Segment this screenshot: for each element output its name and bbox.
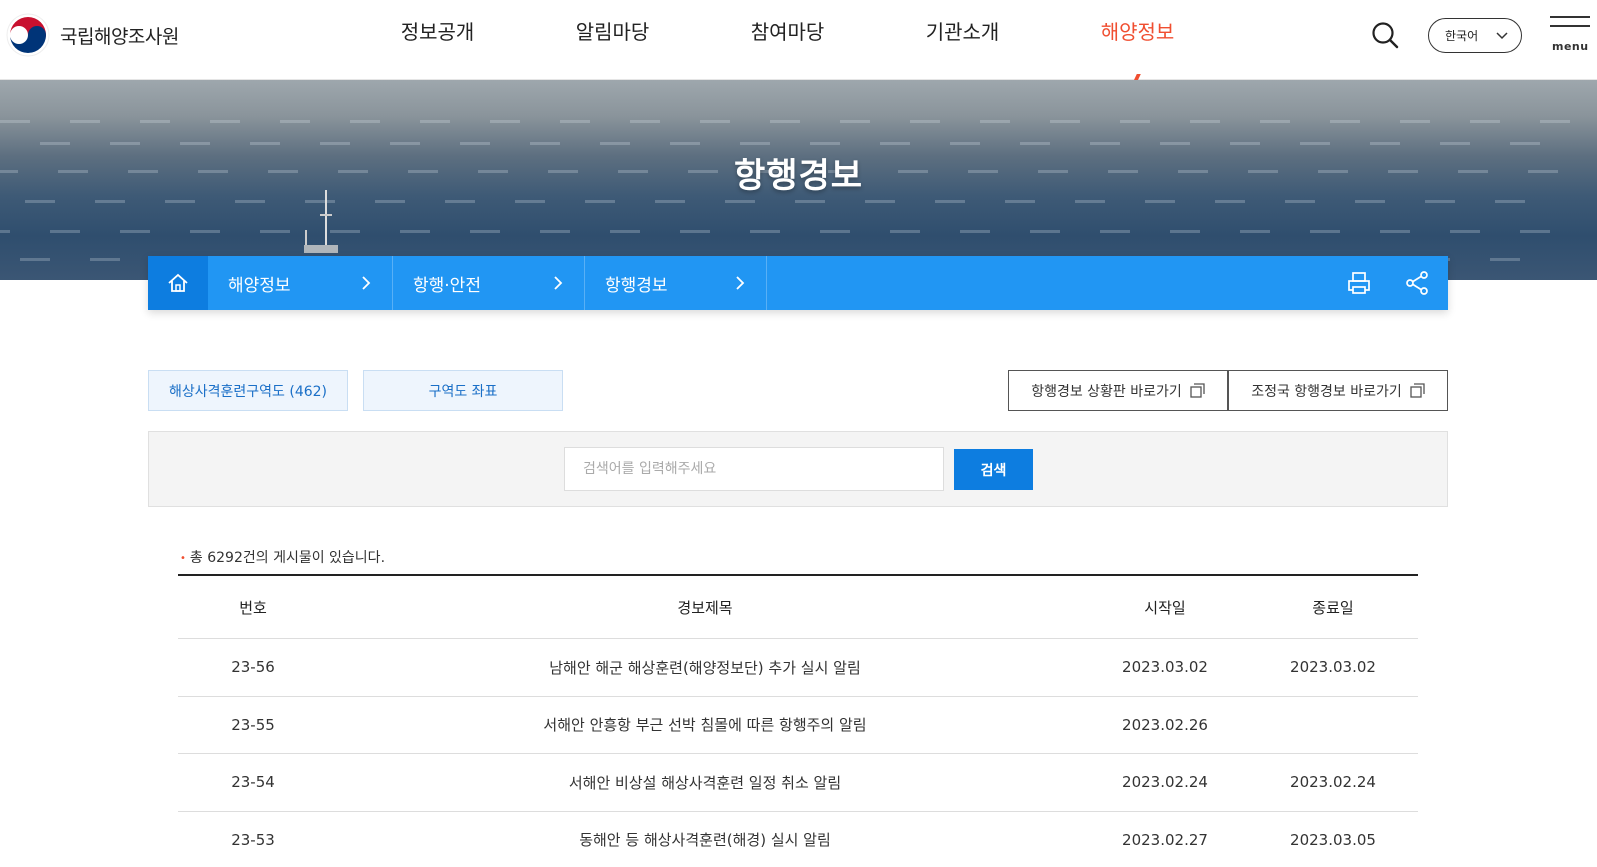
site-name: 국립해양조사원 [60,25,179,48]
cell-end-date: 2023.03.05 [1290,830,1376,849]
joseongguk-link[interactable]: 조정국 항행경보 바로가기 [1228,370,1448,411]
breadcrumb-item-navigation-warnings[interactable]: 항행경보 [585,256,767,310]
tab-zone-coordinates[interactable]: 구역도 좌표 [363,370,563,411]
new-window-icon [1410,383,1425,398]
cell-no: 23-55 [231,715,275,734]
breadcrumb: 해양정보 항행·안전 항행경보 [148,256,1448,310]
column-header-end: 종료일 [1312,598,1354,617]
cell-no: 23-54 [231,773,275,792]
hero-banner: 항행경보 [0,80,1597,280]
breadcrumb-item-ocean-info[interactable]: 해양정보 [208,256,393,310]
result-count-text: 총 6292건의 게시물이 있습니다. [189,550,386,566]
chevron-right-icon [362,276,371,290]
menu-bar [1550,25,1590,27]
cell-title-link[interactable]: 서해안 비상설 해상사격훈련 일정 취소 알림 [328,772,1082,793]
main-nav: 정보공개 알림마당 참여마당 기관소개 해양정보 [350,16,1225,45]
menu-label: menu [1552,40,1589,53]
status-board-link[interactable]: 항행경보 상황판 바로가기 [1008,370,1228,411]
bullet-icon: • [180,552,186,564]
cell-start-date: 2023.03.02 [1122,658,1208,677]
search-icon[interactable] [1370,20,1400,50]
site-logo[interactable]: 국립해양조사원 [6,13,179,57]
cell-end-date: 2023.03.02 [1290,658,1376,677]
chevron-right-icon [554,276,563,290]
sea-wave [0,142,1567,145]
sea-wave [0,120,1597,123]
page-title: 항행경보 [733,156,864,196]
menu-button[interactable]: menu [1550,16,1590,56]
share-icon[interactable] [1404,270,1430,296]
home-icon [168,273,188,292]
status-board-label: 항행경보 상황판 바로가기 [1031,383,1182,400]
cell-start-date: 2023.02.24 [1122,773,1208,792]
chevron-down-icon [1496,32,1508,40]
warnings-table: 번호 경보제목 시작일 종료일 23-56 남해안 해군 해상훈련(해양정보단)… [178,574,1418,867]
breadcrumb-label: 해양정보 [228,275,291,296]
cell-no: 23-53 [231,830,275,849]
column-header-title: 경보제목 [677,598,733,617]
nav-item-ocean-info[interactable]: 해양정보 [1050,16,1225,45]
print-icon[interactable] [1346,270,1372,296]
table-row[interactable]: 23-53 동해안 등 해상사격훈련(해경) 실시 알림 2023.02.27 … [178,812,1418,867]
sea-wave [0,200,1552,203]
breadcrumb-label: 항행경보 [605,275,668,296]
chevron-right-icon [736,276,745,290]
table-header: 번호 경보제목 시작일 종료일 [178,576,1418,639]
search-panel: 검색 [148,431,1448,507]
nav-item-notices[interactable]: 알림마당 [525,16,700,45]
search-input[interactable] [564,447,944,491]
nav-item-about[interactable]: 기관소개 [875,16,1050,45]
cell-title-link[interactable]: 서해안 안흥항 부근 선박 침몰에 따른 항행주의 알림 [328,714,1082,735]
breadcrumb-label: 항행·안전 [413,275,481,296]
tab-training-zone-map[interactable]: 해상사격훈련구역도 (462) [148,370,348,411]
language-label: 한국어 [1445,29,1479,43]
column-header-no: 번호 [239,598,267,617]
cell-start-date: 2023.02.26 [1122,715,1208,734]
language-select[interactable]: 한국어 [1428,18,1522,53]
result-count: • 총 6292건의 게시물이 있습니다. [180,547,385,567]
site-header: 국립해양조사원 정보공개 알림마당 참여마당 기관소개 해양정보 한국어 men… [0,0,1597,80]
breadcrumb-item-navigation-safety[interactable]: 항행·안전 [393,256,585,310]
joseongguk-label: 조정국 항행경보 바로가기 [1251,383,1402,400]
table-row[interactable]: 23-55 서해안 안흥항 부근 선박 침몰에 따른 항행주의 알림 2023.… [178,697,1418,754]
nav-item-participation[interactable]: 참여마당 [700,16,875,45]
column-header-start: 시작일 [1144,598,1186,617]
new-window-icon [1190,383,1205,398]
cell-title-link[interactable]: 동해안 등 해상사격훈련(해경) 실시 알림 [328,829,1082,850]
table-row[interactable]: 23-54 서해안 비상설 해상사격훈련 일정 취소 알림 2023.02.24… [178,754,1418,812]
menu-bar [1550,16,1590,18]
nav-item-info-disclosure[interactable]: 정보공개 [350,16,525,45]
breadcrumb-home[interactable] [148,256,208,310]
boat-icon [304,190,338,253]
cell-title-link[interactable]: 남해안 해군 해상훈련(해양정보단) 추가 실시 알림 [328,657,1082,678]
cell-start-date: 2023.02.27 [1122,830,1208,849]
government-emblem-icon [6,13,50,57]
cell-end-date: 2023.02.24 [1290,773,1376,792]
sea-wave [0,230,1577,233]
search-button[interactable]: 검색 [954,449,1033,490]
table-row[interactable]: 23-56 남해안 해군 해상훈련(해양정보단) 추가 실시 알림 2023.0… [178,639,1418,697]
cell-no: 23-56 [231,658,275,677]
